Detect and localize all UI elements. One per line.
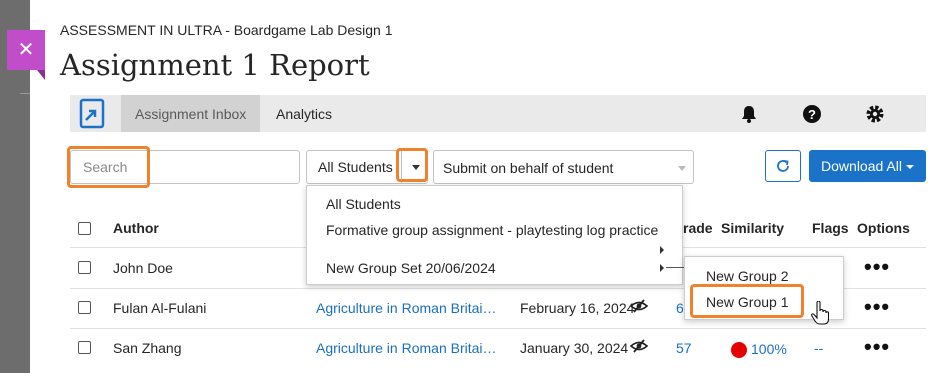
chevron-right-icon bbox=[660, 264, 664, 272]
filter-value: All Students bbox=[318, 159, 393, 175]
search-input[interactable] bbox=[70, 150, 300, 184]
gear-icon[interactable] bbox=[865, 104, 885, 124]
submit-on-behalf-label: Submit on behalf of student bbox=[443, 160, 614, 176]
similarity-score[interactable]: 100% bbox=[751, 341, 787, 357]
svg-text:?: ? bbox=[808, 107, 816, 122]
submission-title-link[interactable]: Agriculture in Roman Britai… bbox=[316, 300, 502, 316]
eye-slash-icon bbox=[630, 339, 648, 353]
chevron-down-icon bbox=[678, 166, 686, 171]
refresh-icon bbox=[777, 160, 789, 172]
row-checkbox[interactable] bbox=[78, 261, 91, 274]
grade-value[interactable]: 6 bbox=[676, 300, 684, 316]
chevron-down-icon bbox=[905, 165, 914, 169]
hand-cursor-icon bbox=[811, 301, 829, 325]
column-options: Options bbox=[857, 220, 910, 236]
row-author[interactable]: John Doe bbox=[113, 260, 173, 276]
chevron-down-icon[interactable] bbox=[401, 151, 429, 183]
help-icon[interactable]: ? bbox=[802, 104, 822, 124]
divider bbox=[20, 93, 30, 94]
column-author[interactable]: Author bbox=[113, 220, 159, 236]
student-filter-select[interactable]: All Students bbox=[306, 150, 428, 184]
menu-item-formative-group[interactable]: Formative group assignment - playtesting… bbox=[326, 222, 658, 238]
refresh-button[interactable] bbox=[765, 150, 801, 182]
download-all-button[interactable]: Download All bbox=[809, 150, 926, 182]
submission-date: January 30, 2024 bbox=[520, 340, 629, 356]
options-menu-button[interactable]: ••• bbox=[864, 336, 890, 358]
select-all-checkbox[interactable] bbox=[78, 222, 91, 235]
divider bbox=[70, 328, 926, 329]
menu-item-all-students[interactable]: All Students bbox=[326, 196, 401, 212]
options-menu-button[interactable]: ••• bbox=[864, 296, 890, 318]
turnitin-logo-icon bbox=[79, 98, 105, 129]
tab-analytics[interactable]: Analytics bbox=[262, 95, 346, 132]
top-navigation-bar: Assignment Inbox Analytics ? bbox=[70, 95, 926, 132]
column-similarity[interactable]: Similarity bbox=[721, 220, 784, 236]
bell-icon[interactable] bbox=[739, 104, 759, 124]
row-author[interactable]: Fulan Al-Fulani bbox=[113, 300, 206, 316]
submission-title-link[interactable]: Agriculture in Roman Britai… bbox=[316, 340, 502, 356]
similarity-indicator-dot bbox=[731, 342, 747, 358]
student-filter-menu: All Students Formative group assignment … bbox=[306, 185, 683, 285]
column-grade[interactable]: rade bbox=[683, 220, 713, 236]
menu-item-new-group-2[interactable]: New Group 2 bbox=[706, 268, 788, 284]
download-all-label: Download All bbox=[821, 158, 902, 174]
page-title: Assignment 1 Report bbox=[60, 48, 370, 82]
eye-slash-icon bbox=[630, 299, 648, 313]
chevron-right-icon bbox=[660, 246, 664, 254]
menu-item-new-group-1[interactable]: New Group 1 bbox=[706, 294, 788, 310]
close-panel-button[interactable]: ✕ bbox=[7, 30, 45, 80]
column-flags[interactable]: Flags bbox=[812, 220, 849, 236]
submit-on-behalf-select[interactable]: Submit on behalf of student bbox=[433, 150, 694, 184]
submission-date: February 16, 2024 bbox=[520, 300, 635, 316]
menu-item-new-group-set[interactable]: New Group Set 20/06/2024 bbox=[326, 260, 496, 276]
tab-assignment-inbox[interactable]: Assignment Inbox bbox=[121, 95, 261, 132]
course-title: ASSESSMENT IN ULTRA - Boardgame Lab Desi… bbox=[60, 22, 393, 38]
close-icon: ✕ bbox=[17, 39, 35, 61]
row-author[interactable]: San Zhang bbox=[113, 340, 182, 356]
row-checkbox[interactable] bbox=[78, 341, 91, 354]
options-menu-button[interactable]: ••• bbox=[864, 256, 890, 278]
flags-value: -- bbox=[814, 340, 824, 356]
grade-value[interactable]: 57 bbox=[676, 340, 692, 356]
row-checkbox[interactable] bbox=[78, 301, 91, 314]
